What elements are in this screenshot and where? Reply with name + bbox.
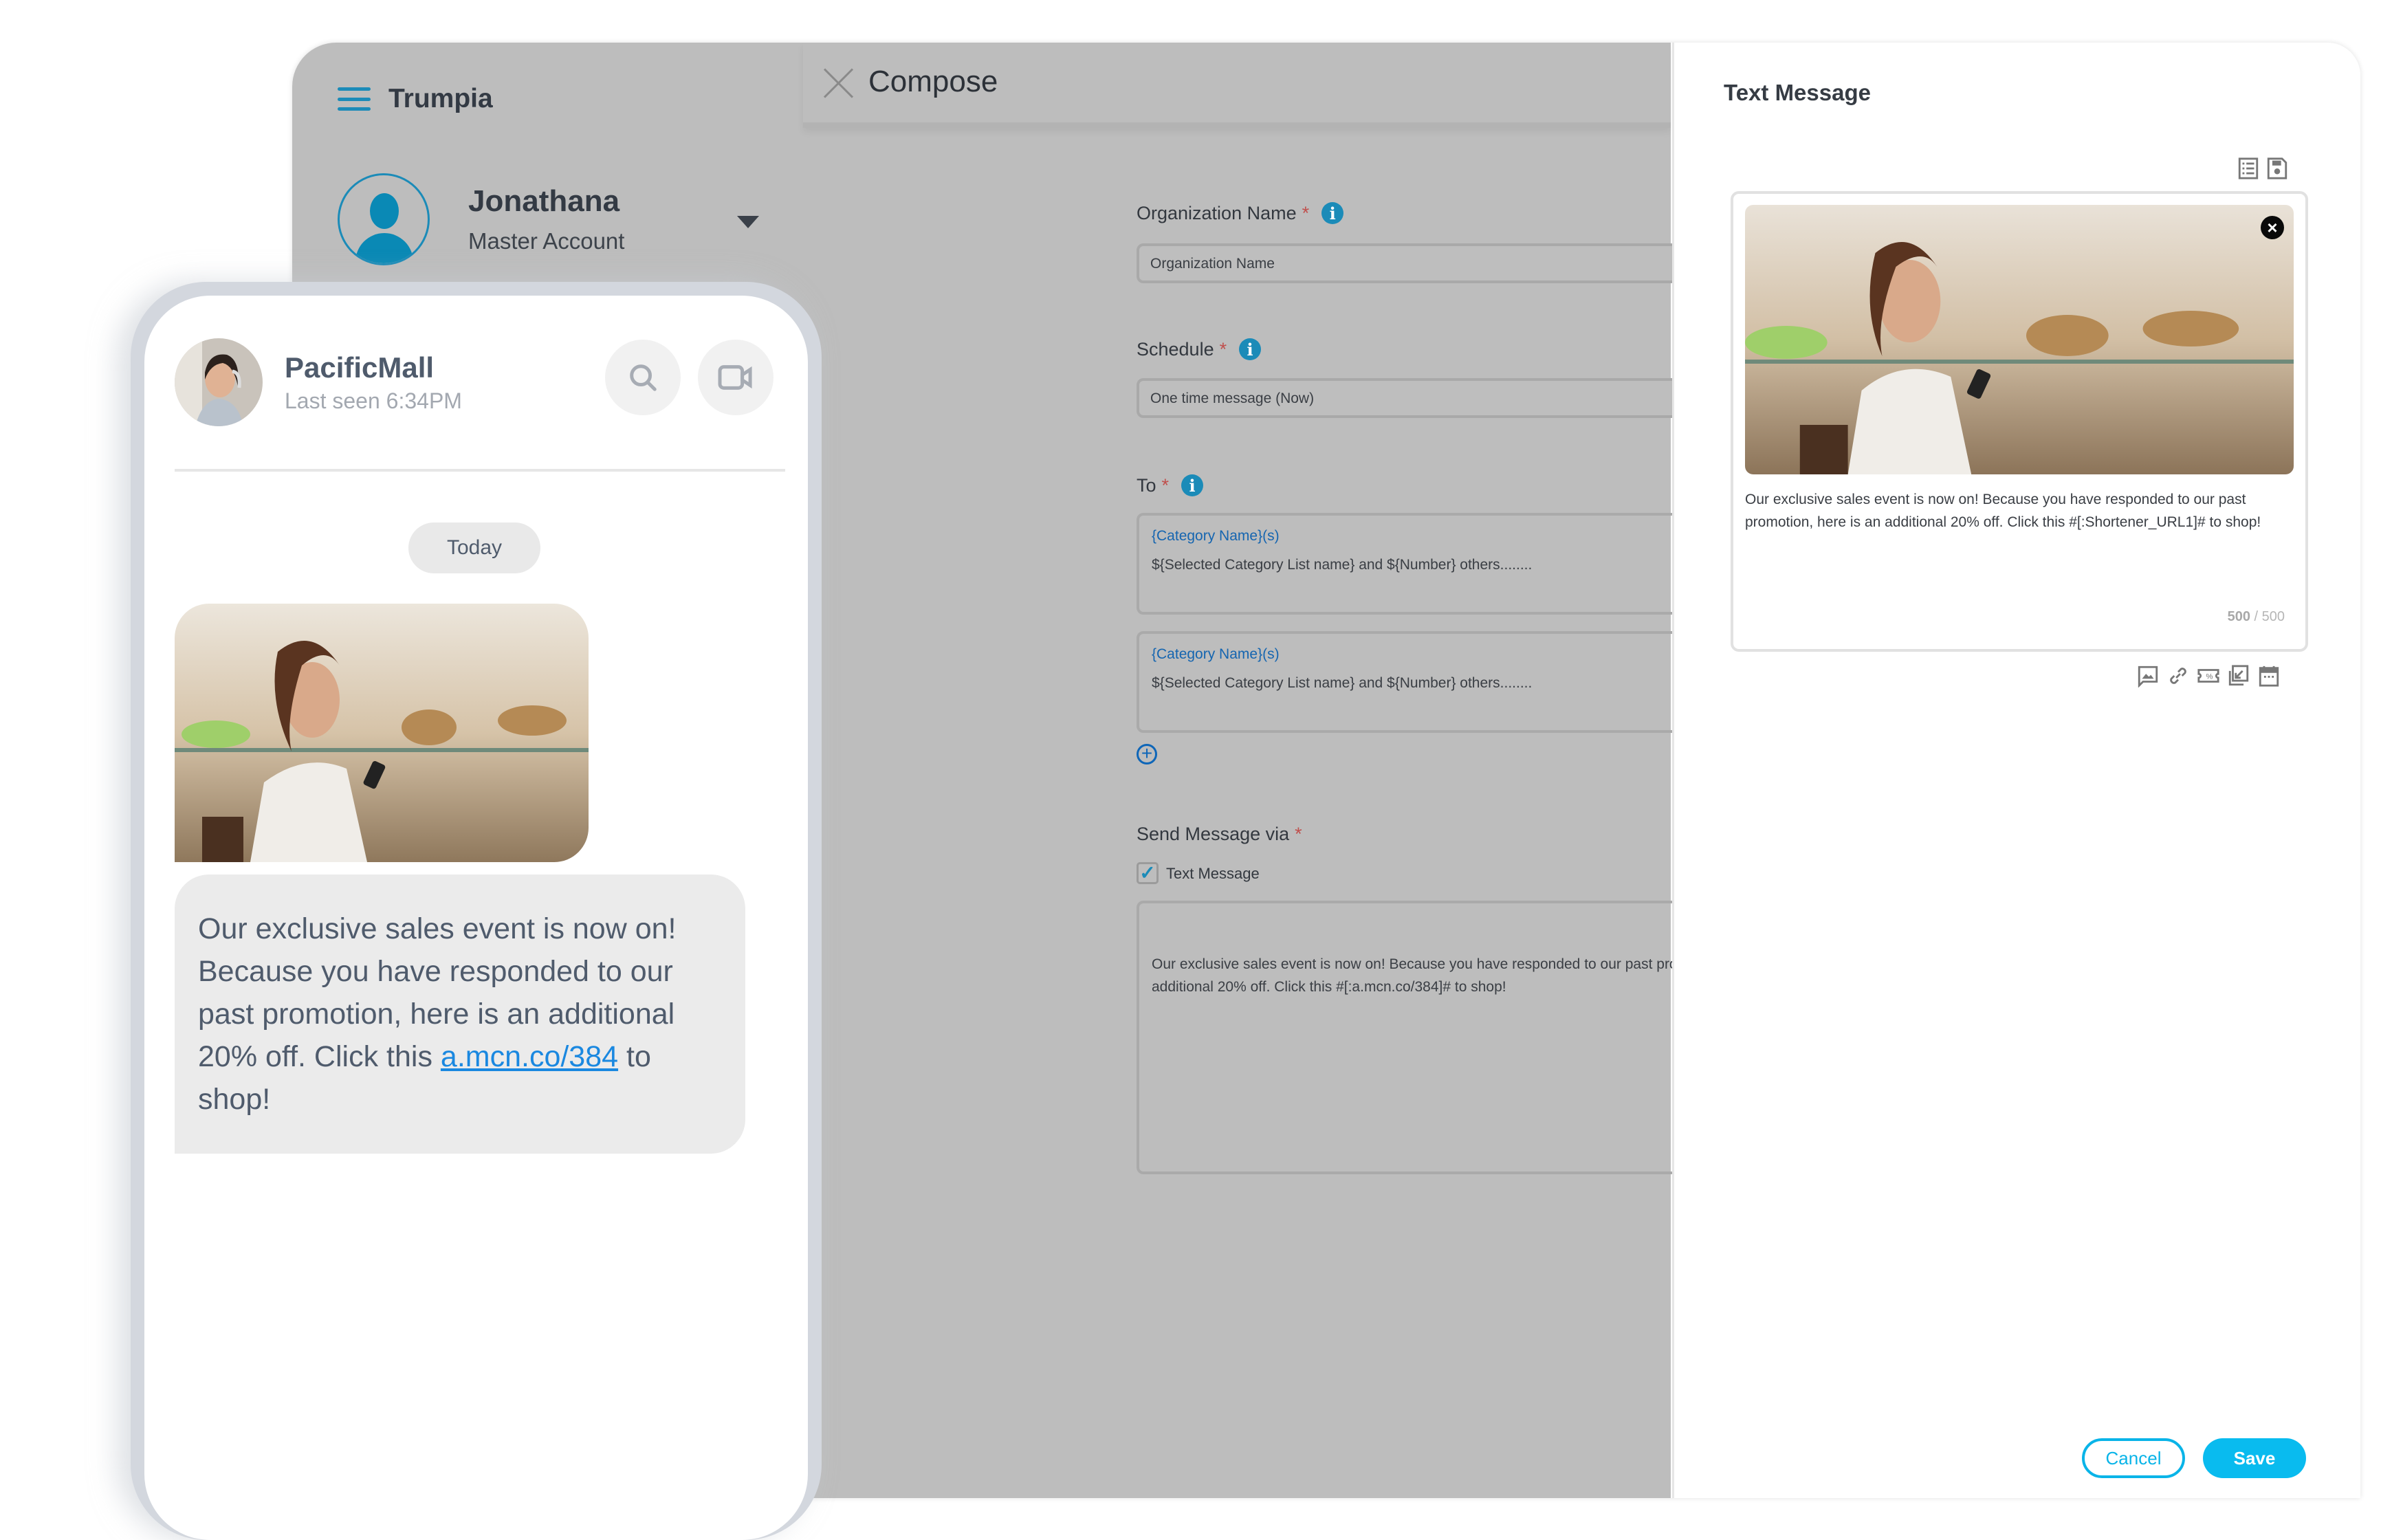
- coupon-icon[interactable]: %: [2197, 664, 2220, 688]
- recipient-category[interactable]: {Category Name}(s): [1152, 646, 1280, 663]
- required-marker: *: [1161, 474, 1170, 496]
- contact-name: PacificMall: [285, 351, 435, 384]
- schedule-select-value: One time message (Now): [1150, 390, 1315, 406]
- editor-text[interactable]: Our exclusive sales event is now on! Bec…: [1745, 488, 2295, 534]
- compose-header: Compose: [803, 43, 1671, 128]
- message-editor[interactable]: × Our exclusive sales event is now on! B…: [1731, 191, 2308, 652]
- organization-select-value: Organization Name: [1150, 256, 1275, 272]
- message-link[interactable]: a.mcn.co/384: [441, 1040, 618, 1073]
- video-camera-icon: [718, 365, 752, 390]
- schedule-label: Schedule * i: [1137, 338, 1262, 360]
- caret-down-icon[interactable]: [737, 216, 759, 228]
- save-button[interactable]: Save: [2203, 1438, 2306, 1478]
- chat-header: PacificMall Last seen 6:34PM: [175, 338, 462, 426]
- chat-header-divider: [175, 469, 785, 472]
- required-marker: *: [1295, 824, 1302, 844]
- video-call-button[interactable]: [698, 340, 773, 415]
- recipient-description: ${Selected Category List name} and ${Num…: [1152, 557, 1533, 573]
- chat-search-button[interactable]: [605, 340, 681, 415]
- required-marker: *: [1219, 338, 1227, 360]
- add-recipient-icon[interactable]: +: [1137, 744, 1157, 764]
- hamburger-menu-icon[interactable]: [338, 87, 371, 111]
- recipient-category[interactable]: {Category Name}(s): [1152, 528, 1280, 544]
- account-role: Master Account: [468, 228, 625, 254]
- char-limit: / 500: [2254, 609, 2285, 624]
- date-separator: Today: [408, 522, 540, 573]
- contact-status: Last seen 6:34PM: [285, 388, 462, 413]
- text-message-panel: Text Message × Our exclusive sales event…: [1672, 43, 2360, 1498]
- text-message-checkbox[interactable]: ✓: [1137, 862, 1159, 884]
- contact-avatar: [175, 338, 263, 426]
- template-list-icon[interactable]: [2237, 157, 2260, 180]
- send-via-label-text: Send Message via: [1137, 824, 1290, 844]
- message-bubble: Our exclusive sales event is now on! Bec…: [175, 874, 745, 1154]
- svg-text:%: %: [2206, 672, 2213, 681]
- cancel-button[interactable]: Cancel: [2082, 1438, 2185, 1478]
- info-icon[interactable]: i: [1321, 202, 1344, 224]
- recipient-description: ${Selected Category List name} and ${Num…: [1152, 675, 1533, 691]
- import-icon[interactable]: [2227, 664, 2250, 688]
- account-switcher[interactable]: Jonathana Master Account: [338, 173, 624, 265]
- save-icon[interactable]: [2265, 157, 2289, 180]
- required-marker: *: [1302, 202, 1310, 223]
- character-counter: 500 / 500: [2228, 609, 2285, 625]
- schedule-label-text: Schedule: [1137, 338, 1214, 360]
- send-via-label: Send Message via *: [1137, 824, 1302, 845]
- phone-screen: PacificMall Last seen 6:34PM Today Our e…: [144, 296, 808, 1540]
- brand: Trumpia: [338, 84, 493, 114]
- link-icon[interactable]: [2166, 664, 2190, 688]
- attached-image: ×: [1745, 205, 2294, 474]
- calendar-icon[interactable]: [2257, 664, 2281, 688]
- close-icon[interactable]: [822, 67, 854, 99]
- panel-title: Text Message: [1724, 80, 1871, 105]
- message-image[interactable]: [175, 604, 589, 862]
- organization-label: Organization Name * i: [1137, 202, 1344, 224]
- editor-toolbar: %: [2136, 664, 2281, 688]
- phone-mockup: PacificMall Last seen 6:34PM Today Our e…: [131, 282, 822, 1540]
- image-icon[interactable]: [2136, 664, 2160, 688]
- text-message-checkbox-label[interactable]: Text Message: [1166, 865, 1260, 883]
- brand-name: Trumpia: [388, 84, 493, 113]
- info-icon[interactable]: i: [1239, 338, 1262, 360]
- remove-image-icon[interactable]: ×: [2261, 216, 2284, 239]
- compose-title: Compose: [868, 65, 998, 98]
- info-icon[interactable]: i: [1181, 474, 1204, 496]
- char-count: 500: [2227, 609, 2250, 624]
- to-label: To * i: [1137, 474, 1204, 496]
- search-icon: [630, 364, 657, 391]
- account-name: Jonathana: [468, 184, 620, 218]
- compose-panel: Compose Organization Name * i Organizati…: [803, 43, 1894, 1498]
- user-avatar-icon: [338, 173, 430, 265]
- to-label-text: To: [1137, 474, 1156, 496]
- organization-label-text: Organization Name: [1137, 202, 1297, 223]
